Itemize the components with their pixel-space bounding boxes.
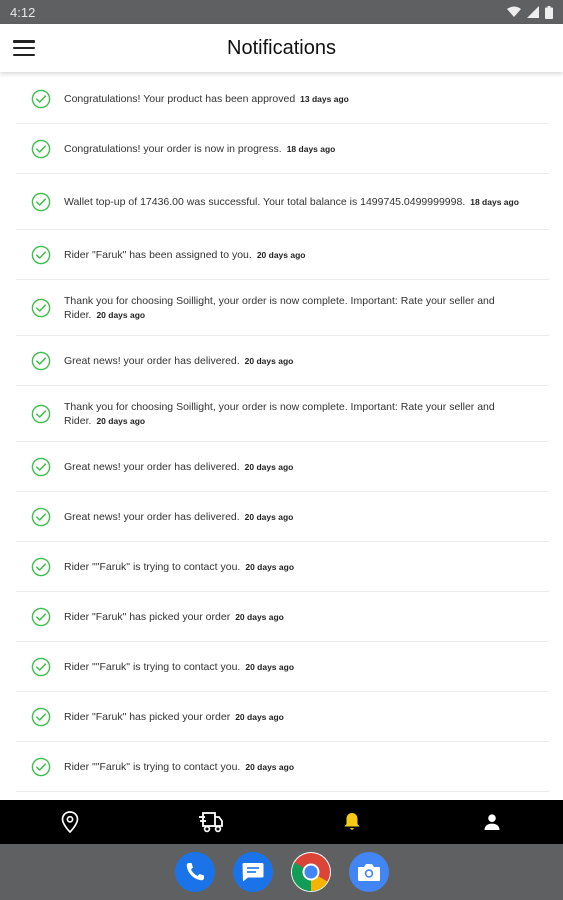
list-item[interactable]: Congratulations! your order is now in pr… <box>16 124 549 174</box>
notification-text: Great news! your order has delivered. 20 … <box>64 510 293 524</box>
check-circle-icon <box>31 507 51 526</box>
notification-time: 20 days ago <box>235 711 284 722</box>
notification-text: Thank you for choosing Soillight, your o… <box>64 294 535 322</box>
notification-time: 20 days ago <box>245 661 295 672</box>
chrome-app[interactable] <box>290 852 331 892</box>
location-pin-icon <box>61 811 79 833</box>
notification-time: 20 days ago <box>245 761 295 772</box>
battery-icon <box>545 5 553 19</box>
page-title: Notifications <box>227 36 336 59</box>
notification-time: 20 days ago <box>96 309 146 320</box>
notification-message: Rider "Faruk" has been assigned to you. <box>64 248 252 261</box>
list-item[interactable]: Thank you for choosing Soillight, your o… <box>16 280 549 336</box>
nav-delivery[interactable] <box>191 800 231 844</box>
list-item[interactable]: Rider "Faruk" has picked your order 20 da… <box>16 692 549 742</box>
nav-location[interactable] <box>50 800 90 844</box>
camera-app[interactable] <box>348 852 389 892</box>
list-item[interactable]: Great news! your order has delivered. 20 … <box>16 492 549 542</box>
notification-text: Congratulations! Your product has been a… <box>64 92 349 106</box>
phone-icon <box>186 863 204 881</box>
system-dock <box>0 844 563 900</box>
nav-profile[interactable] <box>472 800 512 844</box>
notification-text: Rider ""Faruk" is trying to contact you.… <box>64 760 294 774</box>
menu-icon-bar <box>13 53 35 56</box>
notification-time: 20 days ago <box>244 461 294 472</box>
notification-message: Great news! your order has delivered. <box>64 510 240 523</box>
chrome-icon <box>291 853 330 892</box>
status-bar: 4:12 <box>0 0 563 24</box>
notification-text: Rider "Faruk" has picked your order 20 da… <box>64 710 284 724</box>
delivery-truck-icon <box>199 812 223 833</box>
notification-time: 20 days ago <box>244 511 294 522</box>
notification-time: 20 days ago <box>235 611 284 622</box>
notification-time: 20 days ago <box>256 249 306 260</box>
notification-message: Rider "Faruk" has picked your order <box>64 610 231 623</box>
notification-message: Wallet top-up of 17436.00 was successful… <box>64 195 466 208</box>
cellular-signal-icon <box>527 6 539 18</box>
bell-icon <box>344 813 360 830</box>
check-circle-icon <box>31 457 51 476</box>
notification-message: Congratulations! your order is now in pr… <box>64 142 282 155</box>
messages-app[interactable] <box>232 852 273 892</box>
person-icon <box>484 814 500 830</box>
notification-text: Rider ""Faruk" is trying to contact you.… <box>64 560 294 574</box>
list-item[interactable]: Great news! your order has delivered. 20 … <box>16 336 549 386</box>
check-circle-icon <box>31 192 51 211</box>
list-item[interactable]: Wallet top-up of 17436.00 was successful… <box>16 174 549 230</box>
notification-text: Wallet top-up of 17436.00 was successful… <box>64 195 519 209</box>
nav-notifications[interactable] <box>332 800 372 844</box>
notification-text: Thank you for choosing Soillight, your o… <box>64 400 535 428</box>
wifi-icon <box>507 6 521 17</box>
notification-text: Congratulations! your order is now in pr… <box>64 142 335 156</box>
notification-message: Great news! your order has delivered. <box>64 354 240 367</box>
check-circle-icon <box>31 139 51 158</box>
notification-message: Rider ""Faruk" is trying to contact you. <box>64 560 241 573</box>
menu-button[interactable] <box>12 37 36 59</box>
list-item[interactable]: Congratulations! Your product has been a… <box>16 74 549 124</box>
notification-time: 18 days ago <box>470 196 519 207</box>
notification-message: Rider "Faruk" has picked your order <box>64 710 231 723</box>
list-item[interactable]: Rider "Faruk" has been assigned to you. 2… <box>16 230 549 280</box>
list-item[interactable]: Rider ""Faruk" is trying to contact you.… <box>16 542 549 592</box>
phone-app[interactable] <box>174 852 215 892</box>
bottom-nav <box>0 800 563 844</box>
check-circle-icon <box>31 298 51 317</box>
notification-time: 20 days ago <box>245 561 295 572</box>
notification-time: 18 days ago <box>286 143 336 154</box>
notification-message: Rider ""Faruk" is trying to contact you. <box>64 760 241 773</box>
list-item[interactable]: Thank you for choosing Soillight, your o… <box>16 386 549 442</box>
list-item[interactable]: Rider ""Faruk" is trying to contact you.… <box>16 642 549 692</box>
check-circle-icon <box>31 657 51 676</box>
check-circle-icon <box>31 557 51 576</box>
status-time: 4:12 <box>10 4 36 20</box>
notification-list[interactable]: Congratulations! Your product has been a… <box>0 74 563 800</box>
list-item[interactable]: Rider "Faruk" has picked your order 20 da… <box>16 592 549 642</box>
list-item[interactable]: Great news! your order has delivered. 20 … <box>16 442 549 492</box>
notification-text: Great news! your order has delivered. 20 … <box>64 460 293 474</box>
check-circle-icon <box>31 607 51 626</box>
camera-icon <box>357 864 380 881</box>
notification-text: Rider ""Faruk" is trying to contact you.… <box>64 660 294 674</box>
notification-message: Great news! your order has delivered. <box>64 460 240 473</box>
notification-text: Great news! your order has delivered. 20 … <box>64 354 293 368</box>
notification-text: Rider "Faruk" has picked your order 20 da… <box>64 610 284 624</box>
check-circle-icon <box>31 404 51 423</box>
list-item[interactable]: Rider ""Faruk" is trying to contact you.… <box>16 742 549 792</box>
check-circle-icon <box>31 757 51 776</box>
menu-icon-bar <box>13 40 35 43</box>
check-circle-icon <box>31 707 51 726</box>
status-icons <box>507 5 553 19</box>
check-circle-icon <box>31 351 51 370</box>
check-circle-icon <box>31 245 51 264</box>
notification-text: Rider "Faruk" has been assigned to you. 2… <box>64 248 305 262</box>
notification-message: Congratulations! Your product has been a… <box>64 92 296 105</box>
notification-time: 20 days ago <box>96 415 146 426</box>
messages-icon <box>242 863 263 882</box>
check-circle-icon <box>31 89 51 108</box>
menu-icon-bar <box>13 46 35 50</box>
notification-time: 20 days ago <box>244 355 294 366</box>
notification-message: Rider ""Faruk" is trying to contact you. <box>64 660 241 673</box>
notification-time: 13 days ago <box>300 93 349 104</box>
app-bar: Notifications <box>0 24 563 72</box>
